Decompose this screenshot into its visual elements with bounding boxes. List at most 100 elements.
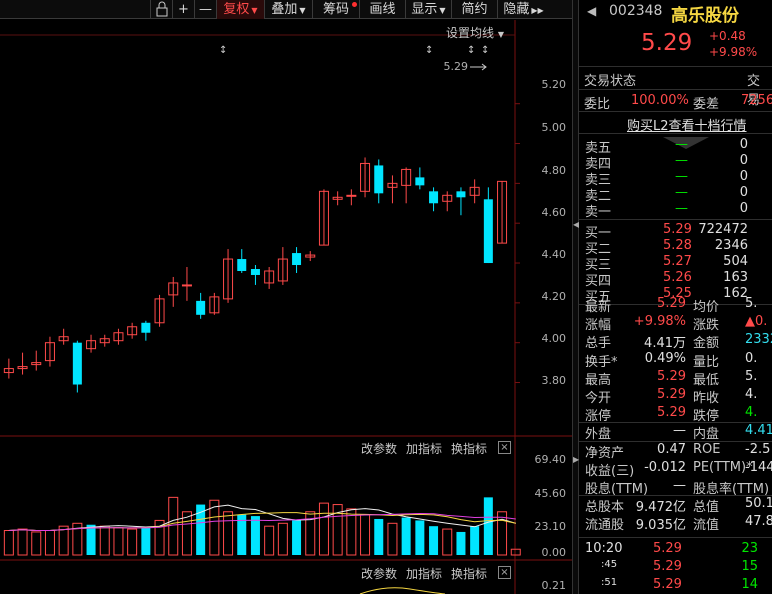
- sell-level-row[interactable]: 卖四 —0: [583, 153, 772, 172]
- back-arrow-icon[interactable]: ◀: [587, 4, 596, 18]
- divider: [579, 111, 772, 112]
- lock-icon[interactable]: [150, 0, 172, 19]
- quote-row: 股息(TTM) — 股息率(TTM): [583, 478, 772, 497]
- split-marker-icon: ↕: [219, 45, 227, 56]
- volume-bar: [44, 530, 55, 556]
- volume-bar: [31, 531, 42, 556]
- y-tick: 3.80: [541, 374, 567, 387]
- draw-line-button[interactable]: 画线: [359, 0, 405, 19]
- volume-bar: [99, 525, 110, 556]
- candle-body: [292, 253, 302, 266]
- candle-body: [374, 165, 384, 194]
- sell-level-row[interactable]: 卖二 —0: [583, 185, 772, 204]
- buy-level-row[interactable]: 买三 5.27 504: [583, 254, 772, 273]
- volume-bar: [483, 497, 493, 555]
- switch-indicator-button[interactable]: 换指标: [451, 565, 487, 582]
- volume-bar: [168, 496, 179, 556]
- weibi-value: 100.00%: [631, 93, 689, 108]
- vol-ma5-line: [8, 504, 516, 531]
- quote-row: 涨幅 +9.98% 涨跌 ▲0.: [583, 314, 772, 333]
- ma-settings-button[interactable]: 设置均线 ▼: [446, 24, 504, 41]
- tick-volume: 23: [741, 541, 758, 556]
- chevron-down-icon: ▼: [439, 6, 446, 15]
- quote-value: —: [673, 423, 686, 439]
- quote-label: 股息(TTM): [585, 482, 649, 497]
- overlay-dropdown[interactable]: 叠加 ▼: [264, 0, 312, 19]
- volume-bar: [401, 517, 411, 555]
- simple-button[interactable]: 简约: [451, 0, 497, 19]
- quote-value: 2332: [745, 332, 772, 348]
- quote-label: 流值: [693, 518, 720, 534]
- quote-label: 净资产: [585, 445, 625, 461]
- edit-params-button[interactable]: 改参数: [361, 440, 397, 457]
- zoom-out-button[interactable]: —: [194, 0, 216, 19]
- kline-chart-area[interactable]: ↕ ↕ ↕ ↕ 设置均线 ▼ 5.29 5.20 5.00 4.80 4.60 4.4…: [0, 20, 572, 594]
- close-icon[interactable]: ×: [498, 566, 511, 579]
- volume-bar: [510, 548, 521, 556]
- volume-bar: [223, 511, 234, 556]
- divider: [579, 133, 772, 134]
- buy-level-row[interactable]: 买四 5.26 163: [583, 270, 772, 289]
- candle-body: [141, 322, 151, 333]
- l2-upgrade-link[interactable]: 购买L2查看十档行情: [627, 115, 747, 134]
- volume-bar: [360, 514, 371, 556]
- tick-price: 5.29: [653, 541, 682, 556]
- edit-params-button[interactable]: 改参数: [361, 565, 397, 582]
- fuquan-dropdown[interactable]: 复权 ▼: [216, 0, 264, 19]
- buy-level-row[interactable]: 买一 5.29 722472: [583, 222, 772, 241]
- buy-volume: 163: [723, 270, 748, 285]
- sell-volume: 0: [739, 153, 748, 168]
- kline-svg[interactable]: ↕ ↕ ↕ ↕: [0, 20, 572, 594]
- quote-label: 今开: [585, 391, 612, 406]
- buy-level-row[interactable]: 买二 5.28 2346: [583, 238, 772, 257]
- quote-row: 流通股 9.035亿流值 47.80: [583, 514, 772, 534]
- buy-volume: 722472: [698, 222, 748, 237]
- sell-level-row[interactable]: 卖三 —0: [583, 169, 772, 188]
- tick-price: 5.29: [653, 559, 682, 574]
- hide-button[interactable]: 隐藏 ▶▶: [497, 0, 549, 19]
- panel-divider[interactable]: ◀ ▶: [572, 0, 579, 594]
- candle-body: [181, 284, 192, 287]
- quote-value: 4.: [745, 405, 758, 421]
- quote-row: 换手* 0.49% 量比 0.: [583, 350, 772, 370]
- quote-label: 跌停: [693, 409, 720, 425]
- notification-dot: [352, 2, 357, 7]
- indicator-line: [359, 587, 446, 594]
- quote-value: 0.: [745, 350, 758, 366]
- quote-value: 0.49%: [644, 350, 686, 366]
- chips-button[interactable]: 筹码: [312, 0, 359, 19]
- price-tag: 5.29: [443, 60, 469, 73]
- sell-volume: 0: [739, 201, 748, 216]
- tick-row: 10:20 5.29 23: [583, 541, 772, 558]
- y-tick: 4.40: [541, 248, 567, 261]
- quote-label: 量比: [693, 354, 720, 370]
- add-indicator-button[interactable]: 加指标: [406, 565, 442, 582]
- volume-bar: [318, 502, 329, 556]
- add-indicator-button[interactable]: 加指标: [406, 440, 442, 457]
- tick-time: :45: [601, 559, 618, 570]
- buy-price: 5.26: [663, 270, 692, 285]
- sell-level-row[interactable]: 卖一 — 0: [583, 201, 772, 220]
- candle-body: [346, 194, 357, 197]
- chart-toolbar: + — 复权 ▼ 叠加 ▼ 筹码 画线 显示 ▼ 简约 隐藏 ▶▶: [0, 0, 572, 19]
- switch-indicator-button[interactable]: 换指标: [451, 440, 487, 457]
- display-dropdown[interactable]: 显示 ▼: [405, 0, 451, 19]
- candle-body: [415, 177, 425, 186]
- volume-bar: [17, 528, 28, 556]
- volume-bar: [497, 511, 508, 556]
- volume-bar: [429, 526, 439, 555]
- quote-row: 最高 5.29 最低 5.: [583, 368, 772, 388]
- quote-label: 昨收: [693, 391, 720, 406]
- candle-body: [483, 199, 493, 264]
- quote-label: 外盘: [585, 427, 612, 443]
- volume-bar: [141, 527, 151, 555]
- quote-value: 47.80: [745, 514, 772, 530]
- close-icon[interactable]: ×: [498, 441, 511, 454]
- quote-value: 50.11: [745, 496, 772, 512]
- quote-value: 5.29: [657, 368, 686, 384]
- zoom-in-button[interactable]: +: [172, 0, 194, 19]
- quote-value: 4.: [745, 387, 758, 402]
- quote-label: 总股本: [585, 500, 625, 516]
- sell-level-row[interactable]: 卖五 —0: [583, 137, 772, 156]
- buy-price: 5.27: [663, 254, 692, 269]
